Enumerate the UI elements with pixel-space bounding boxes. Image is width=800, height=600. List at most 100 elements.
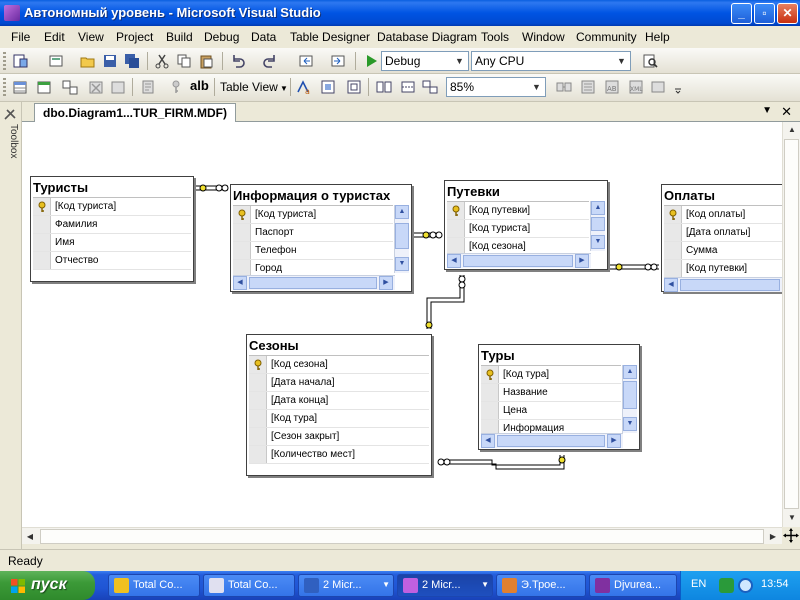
table-tury[interactable]: Туры [Код тура] Название Цена Информация… <box>478 344 640 450</box>
start-button[interactable]: пуск <box>0 571 95 600</box>
table-title[interactable]: Путевки <box>445 181 607 201</box>
scroll-left-icon[interactable]: ◀ <box>22 529 38 544</box>
set-primary-key-icon[interactable] <box>168 79 184 95</box>
recalculate-page-breaks-icon[interactable] <box>422 79 438 95</box>
solution-platform-dropdown[interactable]: Any CPU ▼ <box>471 51 631 71</box>
scroll-thumb[interactable] <box>249 277 377 289</box>
start-debugging-icon[interactable] <box>363 53 379 69</box>
menu-file[interactable]: File <box>11 30 30 44</box>
taskbar-item[interactable]: Total Co... <box>203 574 295 597</box>
table-title[interactable]: Туры <box>479 345 639 365</box>
column-row[interactable]: Название <box>481 384 621 402</box>
column-row[interactable]: [Дата оплаты] <box>664 224 782 242</box>
close-document-icon[interactable]: ✕ <box>781 104 792 120</box>
row-selector[interactable] <box>33 252 51 269</box>
menu-table-designer[interactable]: Table Designer <box>290 30 370 44</box>
column-row[interactable]: Телефон <box>233 242 393 260</box>
open-file-icon[interactable] <box>80 53 96 69</box>
scroll-thumb[interactable] <box>784 139 799 509</box>
scroll-down-icon[interactable]: ▼ <box>623 417 637 431</box>
manage-indexes-icon[interactable] <box>580 79 596 95</box>
menu-community[interactable]: Community <box>576 30 637 44</box>
taskbar-item[interactable]: 2 Micr... ▼ <box>397 574 493 597</box>
rename-label-icon[interactable]: alb <box>190 78 212 94</box>
table-oplaty[interactable]: Оплаты [Код оплаты] [Дата оплаты] Сумма … <box>661 184 782 292</box>
scroll-up-icon[interactable]: ▲ <box>591 201 605 215</box>
column-row[interactable]: [Код тура] <box>249 410 429 428</box>
row-selector[interactable] <box>249 410 267 427</box>
view-page-breaks-icon[interactable] <box>400 79 416 95</box>
table-sezony[interactable]: Сезоны [Код сезона] [Дата начала] [Дата … <box>246 334 432 476</box>
delete-tables-icon[interactable] <box>88 79 104 95</box>
manage-check-constraints-icon[interactable] <box>650 79 666 95</box>
row-selector[interactable] <box>664 260 682 277</box>
tray-app-icon[interactable] <box>719 578 734 593</box>
add-item-icon[interactable] <box>48 53 64 69</box>
arrange-selection-icon[interactable] <box>320 79 336 95</box>
menu-debug[interactable]: Debug <box>204 30 239 44</box>
scroll-down-icon[interactable]: ▼ <box>591 235 605 249</box>
column-row[interactable]: [Дата начала] <box>249 374 429 392</box>
menu-data[interactable]: Data <box>251 30 276 44</box>
scroll-thumb[interactable] <box>463 255 573 267</box>
generate-change-script-icon[interactable] <box>140 79 156 95</box>
minimize-button[interactable]: _ <box>731 3 752 24</box>
remove-from-diagram-icon[interactable] <box>110 79 126 95</box>
scroll-thumb[interactable] <box>497 435 605 447</box>
menu-help[interactable]: Help <box>645 30 670 44</box>
language-indicator[interactable]: EN <box>691 578 706 590</box>
column-row[interactable]: [Количество мест] <box>249 446 429 464</box>
menu-window[interactable]: Window <box>522 30 565 44</box>
menu-view[interactable]: View <box>78 30 104 44</box>
diagram-canvas[interactable]: Туристы [Код туриста] Фамилия Имя Отчест… <box>22 122 782 527</box>
manage-relationships-icon[interactable] <box>556 79 572 95</box>
menu-build[interactable]: Build <box>166 30 193 44</box>
scroll-thumb[interactable] <box>680 279 780 291</box>
table-info[interactable]: Информация о туристах [Код туриста] Пасп… <box>230 184 412 292</box>
column-row[interactable]: [Код путевки] <box>447 202 589 220</box>
scroll-right-icon[interactable]: ▶ <box>575 254 589 268</box>
column-row[interactable]: Цена <box>481 402 621 420</box>
document-tab[interactable]: dbo.Diagram1...TUR_FIRM.MDF) <box>34 103 237 123</box>
arrange-tables-icon[interactable] <box>346 79 362 95</box>
scroll-up-icon[interactable]: ▲ <box>784 122 800 138</box>
close-button[interactable]: ✕ <box>777 3 798 24</box>
menu-tools[interactable]: Tools <box>481 30 509 44</box>
show-relationship-labels-icon[interactable] <box>376 79 392 95</box>
table-vertical-scrollbar[interactable]: ▲ ▼ <box>622 365 637 433</box>
scroll-left-icon[interactable]: ◀ <box>447 254 461 268</box>
column-row[interactable]: [Код тура] <box>481 366 621 384</box>
toolbar-grip[interactable] <box>3 52 6 70</box>
add-table-icon[interactable] <box>36 79 52 95</box>
table-title[interactable]: Оплаты <box>662 185 782 205</box>
undo-icon[interactable] <box>230 53 246 69</box>
row-selector[interactable] <box>664 242 682 259</box>
manage-xml-indexes-icon[interactable]: XML <box>628 79 644 95</box>
scroll-thumb[interactable] <box>623 381 637 409</box>
column-row[interactable]: [Сезон закрыт] <box>249 428 429 446</box>
toolbar-overflow-icon[interactable] <box>670 79 681 95</box>
scroll-left-icon[interactable]: ◀ <box>233 276 247 290</box>
row-selector[interactable] <box>481 384 499 401</box>
new-project-icon[interactable] <box>12 53 28 69</box>
table-vertical-scrollbar[interactable]: ▲ ▼ <box>590 201 605 251</box>
zoom-dropdown[interactable]: 85% ▼ <box>446 77 546 97</box>
column-row[interactable]: Паспорт <box>233 224 393 242</box>
column-row[interactable]: [Код туриста] <box>447 220 589 238</box>
scroll-down-icon[interactable]: ▼ <box>395 257 409 271</box>
toolbox-icon[interactable] <box>3 107 18 122</box>
table-view-dropdown[interactable]: Table View ▼ <box>220 80 288 96</box>
table-horizontal-scrollbar[interactable]: ◀ <box>664 277 782 292</box>
taskbar-item[interactable]: Total Co... <box>108 574 200 597</box>
table-vertical-scrollbar[interactable]: ▲ ▼ <box>394 205 409 273</box>
navigate-forward-icon[interactable] <box>330 53 346 69</box>
scroll-up-icon[interactable]: ▲ <box>623 365 637 379</box>
restore-button[interactable]: ▫ <box>754 3 775 24</box>
menu-edit[interactable]: Edit <box>44 30 65 44</box>
scroll-thumb[interactable] <box>40 529 764 544</box>
tray-network-icon[interactable] <box>738 578 753 593</box>
table-horizontal-scrollbar[interactable]: ◀ ▶ <box>233 275 395 290</box>
paste-icon[interactable] <box>198 53 214 69</box>
row-selector[interactable] <box>447 220 465 237</box>
column-row[interactable]: Имя <box>33 234 191 252</box>
